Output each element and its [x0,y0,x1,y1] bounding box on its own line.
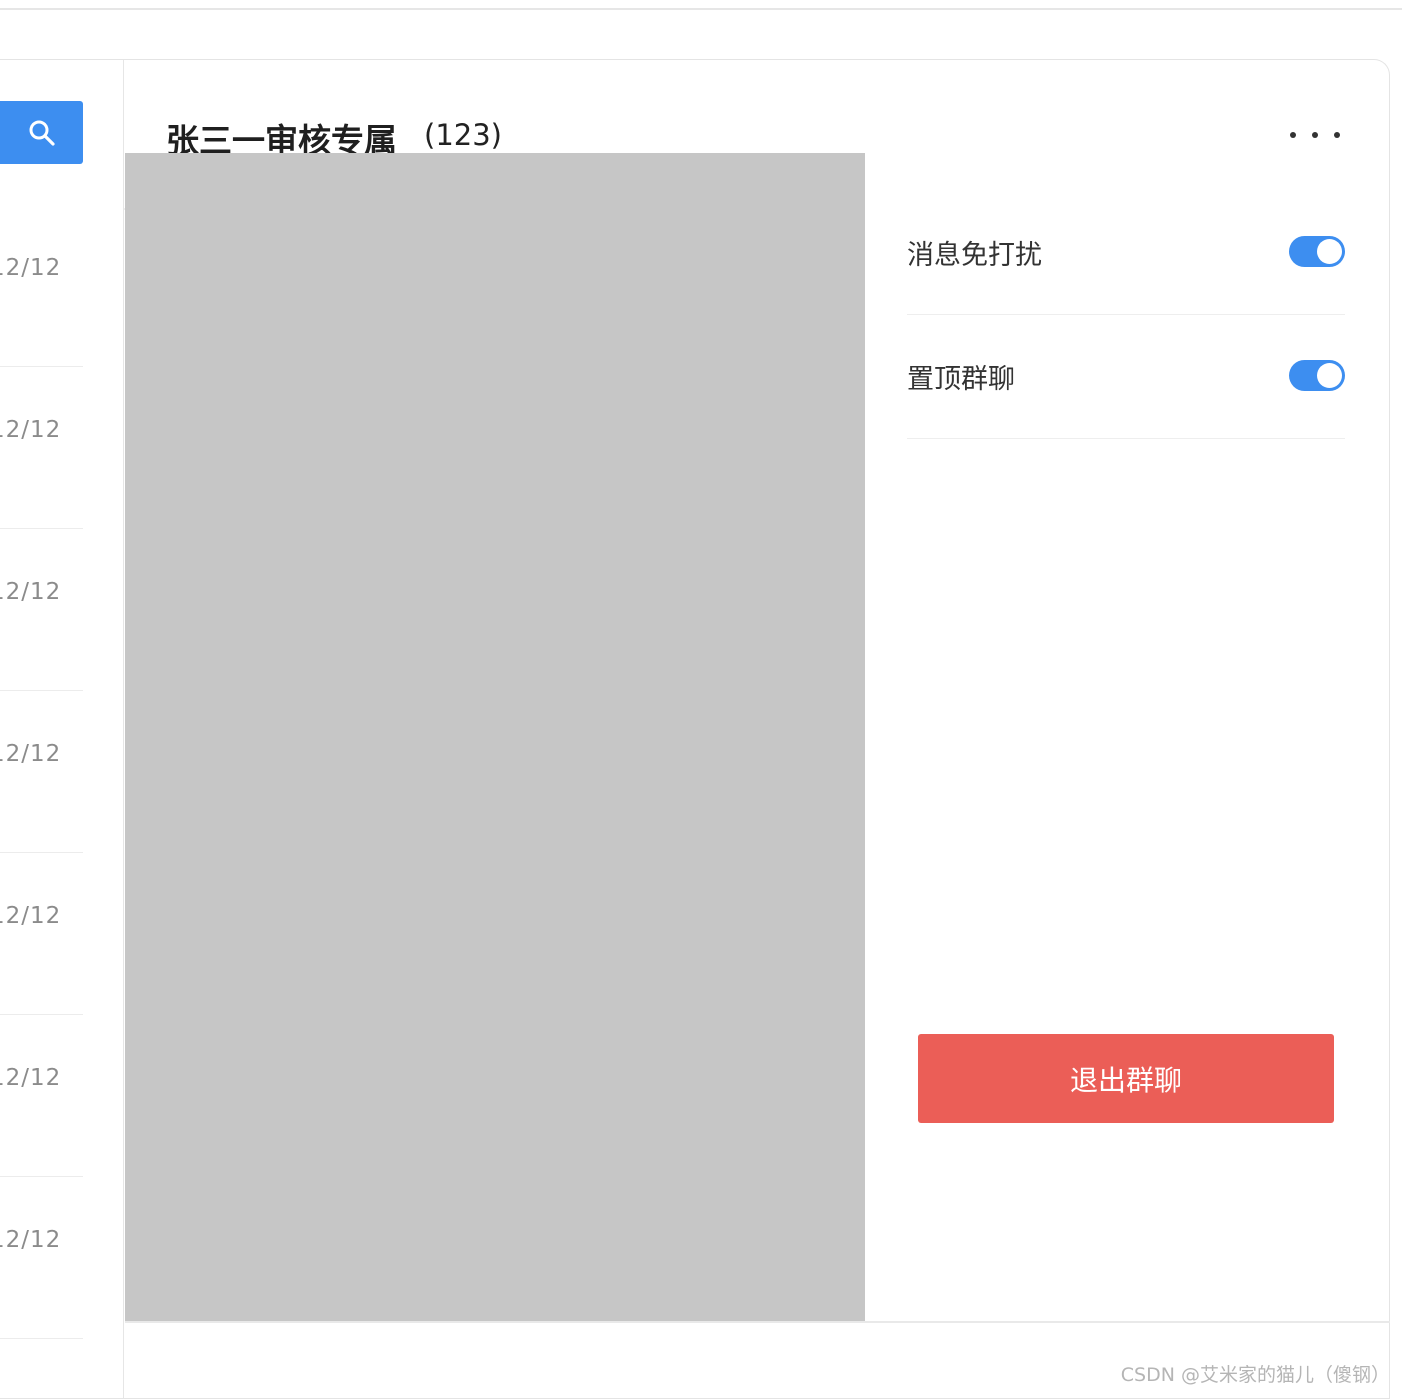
setting-row-pin: 置顶群聊 [907,315,1345,439]
mute-label: 消息免打扰 [907,240,1042,271]
chat-list-item-date: 12/12 [0,1065,62,1091]
chat-list-item-date: 12/12 [0,579,62,605]
more-options-button[interactable] [1290,120,1340,150]
search-icon [29,120,55,146]
search-button[interactable] [0,101,83,164]
member-count: (123) [424,118,502,152]
chat-list-item-date: 12/12 [0,741,62,767]
chat-list-item[interactable]: 12/12 [0,367,83,529]
mute-toggle[interactable] [1289,236,1345,267]
chat-list-item[interactable]: 12/12 [0,691,83,853]
chat-list-item[interactable]: 12/12 [0,1015,83,1177]
chat-list-item-date: 12/12 [0,1227,62,1253]
chat-message-area [125,153,865,1321]
watermark: CSDN @艾米家的猫儿（傻钢） [1120,1364,1390,1386]
top-divider [0,8,1402,10]
chat-list-item[interactable]: 12/12 [0,205,83,367]
more-horizontal-icon [1290,132,1296,138]
chat-list-item-date: 12/12 [0,903,62,929]
more-horizontal-icon [1334,132,1340,138]
chat-list-item[interactable]: 12/12 [0,1177,83,1339]
toggle-knob [1317,239,1342,264]
bottom-divider [125,1321,1390,1323]
chat-list-panel: 12/12 12/12 12/12 12/12 12/12 12/12 12/1… [0,60,124,1398]
chat-list-item[interactable]: 12/12 [0,853,83,1015]
exit-group-button[interactable]: 退出群聊 [918,1034,1334,1123]
pin-label: 置顶群聊 [907,364,1015,395]
chat-list-item-date: 12/12 [0,255,62,281]
chat-list-item-date: 12/12 [0,417,62,443]
more-horizontal-icon [1312,132,1318,138]
group-settings-panel: 消息免打扰 置顶群聊 退出群聊 [865,153,1389,1321]
chat-list-item[interactable]: 12/12 [0,529,83,691]
pin-toggle[interactable] [1289,360,1345,391]
toggle-knob [1317,363,1342,388]
setting-row-mute: 消息免打扰 [907,191,1345,315]
